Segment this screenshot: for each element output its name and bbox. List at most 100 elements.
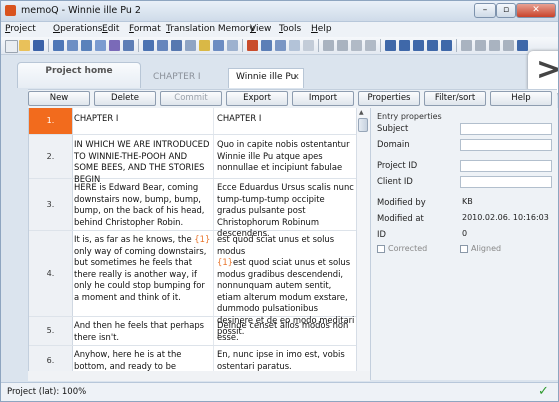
source-cell[interactable]: CHAPTER I [74, 113, 212, 125]
corrected-checkbox[interactable] [377, 245, 385, 253]
join-icon[interactable] [413, 40, 424, 51]
maximize-button[interactable]: ▫ [496, 3, 516, 18]
filter-icon[interactable] [461, 40, 472, 51]
status-text: Project (lat): 100% [7, 387, 87, 397]
settings-icon[interactable] [185, 40, 196, 51]
tags-icon[interactable] [441, 40, 452, 51]
paste-special-icon[interactable] [351, 40, 362, 51]
cut-icon[interactable] [289, 40, 300, 51]
export-button[interactable]: Export [226, 91, 288, 106]
scroll-up-icon[interactable]: ▲ [359, 109, 364, 116]
corrected-label: Corrected [388, 244, 428, 253]
row-number: 4. [29, 231, 73, 316]
delete-icon[interactable] [247, 40, 258, 51]
project-id-label: Project ID [377, 160, 418, 170]
modified-at-label: Modified at [377, 213, 424, 223]
light-icon[interactable] [199, 40, 210, 51]
aligned-checkbox[interactable] [460, 245, 468, 253]
source-cell[interactable]: It is, as far as he knows, the {1} only … [74, 234, 212, 303]
row-number: 3. [29, 179, 73, 230]
row-number: 5. [29, 317, 73, 345]
source-cell[interactable]: HERE is Edward Bear, coming downstairs n… [74, 182, 212, 228]
target-cell[interactable]: Quo in capite nobis ostentantur Winnie i… [217, 139, 355, 174]
new-file-icon[interactable] [5, 40, 18, 53]
qa-icon[interactable] [503, 40, 514, 51]
table-row[interactable]: 5. And then he feels that perhaps there … [29, 317, 371, 346]
refresh-icon[interactable] [213, 40, 224, 51]
table-row[interactable]: 3. HERE is Edward Bear, coming downstair… [29, 179, 371, 238]
subject-field[interactable] [460, 123, 552, 135]
client-id-field[interactable] [460, 176, 552, 188]
domain-field[interactable] [460, 139, 552, 151]
import-button[interactable]: Import [292, 91, 354, 106]
modified-by-value: KB [462, 197, 473, 206]
view-icon[interactable] [385, 40, 396, 51]
save-icon[interactable] [33, 40, 44, 51]
confirm-icon[interactable] [427, 40, 438, 51]
paste-icon[interactable] [275, 40, 286, 51]
menu-format[interactable]: Format [129, 24, 161, 34]
list-icon[interactable] [123, 40, 134, 51]
concordance-icon[interactable] [95, 40, 106, 51]
help-button[interactable]: Help [490, 91, 552, 106]
tab-chapter[interactable]: CHAPTER I [153, 72, 201, 82]
tab-close-icon[interactable]: x [294, 72, 299, 82]
tab-document[interactable]: Winnie ille Pu x [228, 68, 304, 88]
source-cell[interactable]: And then he feels that perhaps there isn… [74, 320, 212, 343]
document-icon[interactable] [143, 40, 154, 51]
scissors-icon[interactable] [323, 40, 334, 51]
export-icon[interactable] [171, 40, 182, 51]
chevron-right-icon[interactable]: > [528, 51, 558, 93]
sort-icon[interactable] [475, 40, 486, 51]
lookup-icon[interactable] [81, 40, 92, 51]
menu-help[interactable]: Help [311, 24, 332, 34]
menu-tools[interactable]: Tools [279, 24, 301, 34]
memoq-app-icon [5, 5, 16, 16]
music-icon[interactable] [109, 40, 120, 51]
inline-tag[interactable]: {1} [194, 234, 210, 244]
statistics-icon[interactable] [157, 40, 168, 51]
table-row[interactable]: 4. It is, as far as he knows, the {1} on… [29, 231, 371, 336]
find-icon[interactable] [365, 40, 376, 51]
title-bar: memoQ - Winnie ille Pu 2 – ▫ ✕ [1, 1, 558, 22]
menu-project[interactable]: Project [5, 24, 36, 34]
open-folder-icon[interactable] [19, 40, 30, 51]
copy-icon[interactable] [261, 40, 272, 51]
target-cell[interactable]: En, nunc ipse in imo est, vobis ostentar… [217, 349, 355, 372]
zoom-icon[interactable] [489, 40, 500, 51]
commit-button[interactable]: Commit [160, 91, 222, 106]
minimize-button[interactable]: – [474, 3, 496, 18]
target-text: est quod sciat unus et solus modus [217, 234, 335, 256]
project-id-field[interactable] [460, 160, 552, 172]
source-text: It is, as far as he knows, the [74, 234, 195, 244]
table-row[interactable]: 1. CHAPTER I CHAPTER I [29, 108, 371, 135]
menu-bar: Project Operations Edit Format Translati… [1, 22, 558, 37]
menu-view[interactable]: View [250, 24, 271, 34]
target-cell[interactable]: Deinde censet alios modos non esse. [217, 320, 355, 343]
close-button[interactable]: ✕ [516, 3, 556, 18]
vertical-scrollbar[interactable]: ▲ ▼ [356, 108, 370, 380]
termbase-icon[interactable] [67, 40, 78, 51]
menu-operations[interactable]: Operations [53, 24, 103, 34]
inline-tag[interactable]: {1} [217, 257, 233, 267]
options-icon[interactable] [517, 40, 528, 51]
id-value: 0 [462, 229, 468, 238]
menu-edit[interactable]: Edit [102, 24, 119, 34]
checkmark-icon: ✓ [538, 384, 549, 399]
modified-at-value: 2010.02.06. 10:16:03 [462, 213, 549, 222]
filter-sort-button[interactable]: Filter/sort [424, 91, 486, 106]
new-button[interactable]: New [28, 91, 90, 106]
clipboard-icon[interactable] [337, 40, 348, 51]
properties-button[interactable]: Properties [358, 91, 420, 106]
sync-icon[interactable] [227, 40, 238, 51]
menu-translation-memory[interactable]: Translation Memory [166, 24, 255, 34]
split-icon[interactable] [399, 40, 410, 51]
tm-icon[interactable] [53, 40, 64, 51]
scrollbar-thumb[interactable] [358, 118, 368, 132]
table-row[interactable]: 2. IN WHICH WE ARE INTRODUCED TO WINNIE-… [29, 135, 371, 184]
target-cell[interactable]: CHAPTER I [217, 113, 355, 125]
tab-project-home[interactable]: Project home [17, 62, 141, 88]
undo-icon[interactable] [303, 40, 314, 51]
horizontal-scrollbar[interactable] [28, 371, 370, 381]
delete-button[interactable]: Delete [94, 91, 156, 106]
